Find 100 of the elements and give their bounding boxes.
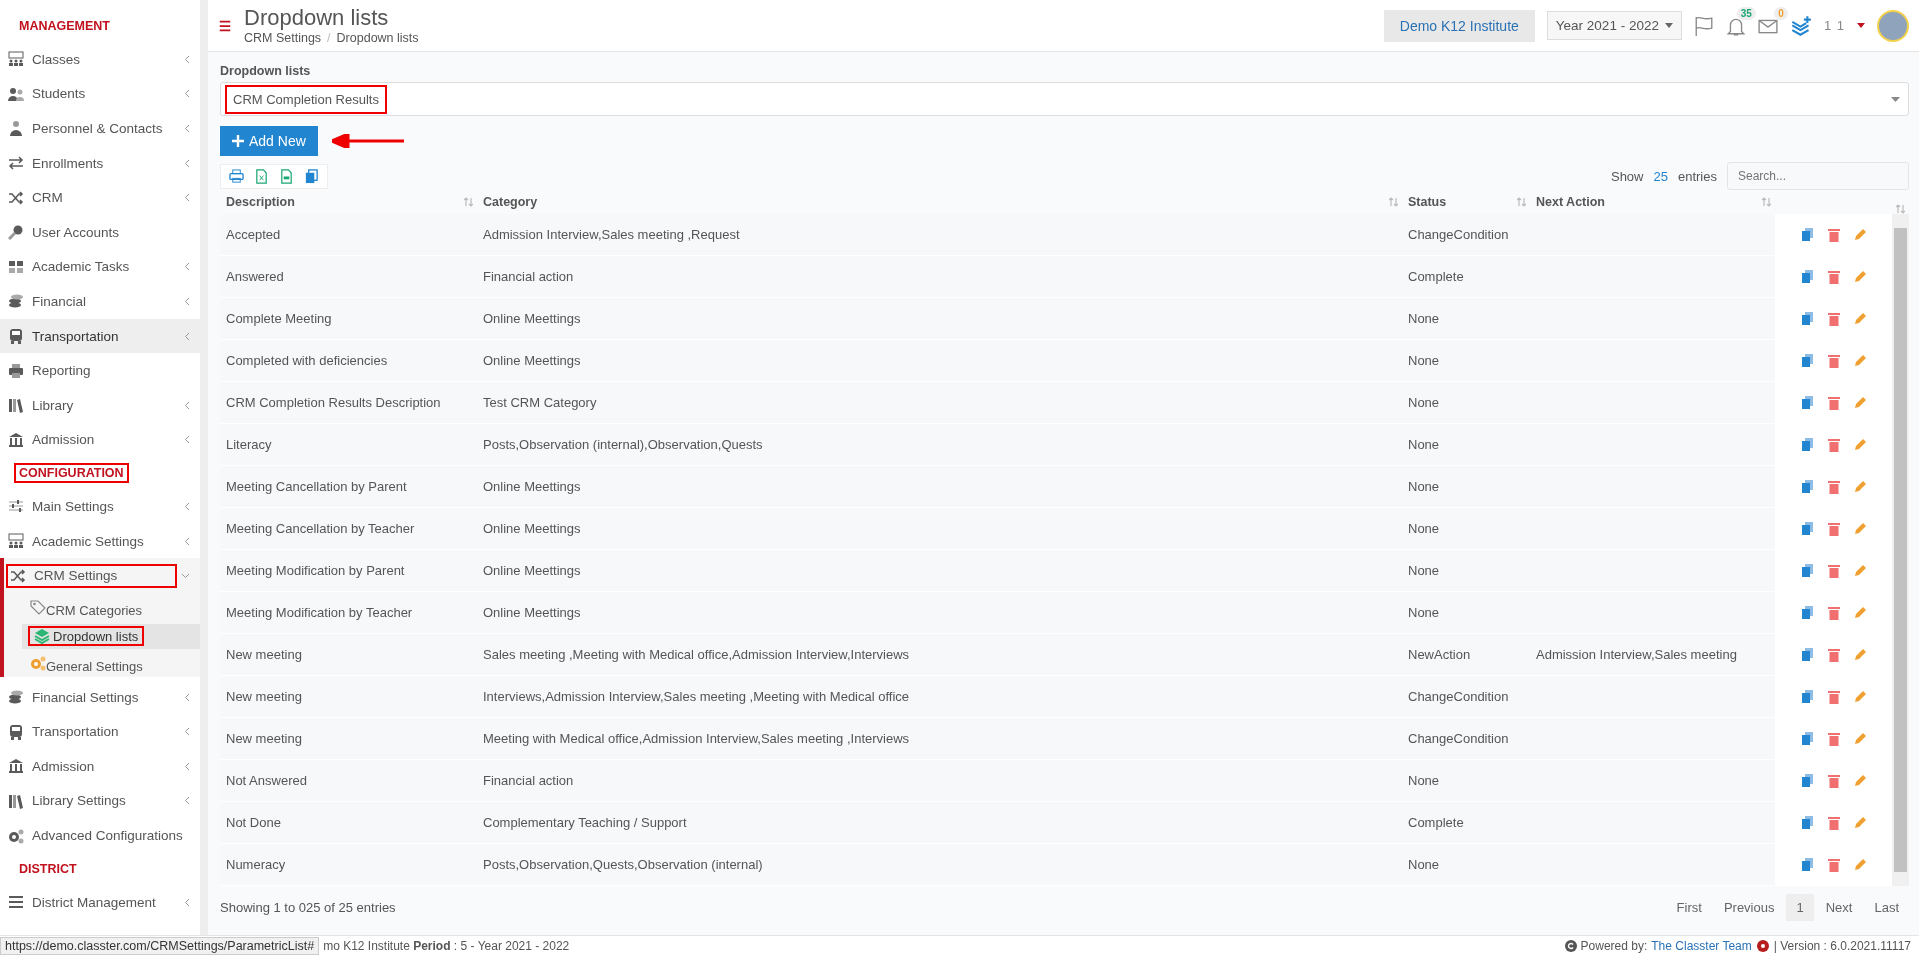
trash-icon[interactable]	[1827, 815, 1840, 830]
trash-icon[interactable]	[1827, 227, 1840, 242]
pencil-icon[interactable]	[1853, 564, 1867, 577]
copy-icon[interactable]	[1800, 563, 1814, 578]
trash-icon[interactable]	[1827, 773, 1840, 788]
trash-icon[interactable]	[1827, 647, 1840, 662]
year-select[interactable]: Year 2021 - 2022	[1546, 11, 1682, 40]
team-link[interactable]: The Classter Team	[1651, 938, 1752, 953]
pencil-icon[interactable]	[1853, 858, 1867, 871]
sidebar-item[interactable]: Library Settings	[0, 783, 200, 819]
dropdown-list-select[interactable]: CRM Completion Results	[220, 82, 1909, 116]
copy-icon[interactable]	[1800, 227, 1814, 242]
submenu-item[interactable]: CRM Categories	[22, 595, 200, 621]
sidebar-item[interactable]: Library	[0, 387, 200, 423]
sidebar-item[interactable]: District Management	[0, 884, 200, 920]
copy-icon[interactable]	[1800, 269, 1814, 284]
copy-icon[interactable]	[1800, 773, 1814, 788]
sidebar-item[interactable]: Advanced Configurations	[0, 818, 200, 853]
caret-icon[interactable]	[1857, 23, 1865, 28]
sidebar-item[interactable]: Admission	[0, 422, 200, 458]
sidebar-item[interactable]: Financial Settings	[0, 679, 200, 715]
column-header[interactable]: Next Action	[1536, 195, 1605, 209]
add-new-button[interactable]: Add New	[220, 126, 318, 156]
avatar[interactable]	[1877, 9, 1909, 42]
submenu-item[interactable]: General Settings	[22, 651, 200, 677]
pagination-button[interactable]: Last	[1864, 894, 1909, 921]
column-header[interactable]: Description	[226, 195, 295, 209]
trash-icon[interactable]	[1827, 395, 1840, 410]
trash-icon[interactable]	[1827, 731, 1840, 746]
pagination-button[interactable]: 1	[1786, 894, 1814, 921]
sidebar-item[interactable]: Admission	[0, 749, 200, 784]
sidebar-item[interactable]: User Accounts	[0, 214, 200, 250]
sort-icon[interactable]	[1389, 197, 1398, 207]
sort-icon[interactable]	[464, 197, 473, 207]
copy-icon[interactable]	[1800, 521, 1814, 536]
sidebar-item[interactable]: Enrollments	[0, 145, 200, 181]
copy-icon[interactable]	[1800, 857, 1814, 872]
pencil-icon[interactable]	[1853, 480, 1867, 493]
trash-icon[interactable]	[1827, 311, 1840, 326]
copy-icon[interactable]	[1800, 689, 1814, 704]
pagination-button[interactable]: First	[1666, 894, 1712, 921]
trash-icon[interactable]	[1827, 857, 1840, 872]
coins-icon	[8, 293, 24, 310]
trash-icon[interactable]	[1827, 689, 1840, 704]
trash-icon[interactable]	[1827, 563, 1840, 578]
sort-icon[interactable]	[1762, 197, 1771, 207]
pencil-icon[interactable]	[1853, 816, 1867, 829]
copy-icon[interactable]	[1800, 605, 1814, 620]
pencil-icon[interactable]	[1853, 690, 1867, 703]
pencil-icon[interactable]	[1853, 774, 1867, 787]
sidebar-item[interactable]: Personnel & Contacts	[0, 111, 200, 146]
breadcrumb-item[interactable]: CRM Settings	[244, 30, 322, 45]
trash-icon[interactable]	[1827, 521, 1840, 536]
column-header[interactable]: Category	[483, 195, 538, 209]
pencil-icon[interactable]	[1853, 396, 1867, 409]
trash-icon[interactable]	[1827, 437, 1840, 452]
sidebar-item[interactable]: Classes	[0, 42, 200, 77]
sidebar-item[interactable]: Academic Settings	[0, 523, 200, 559]
copy-icon[interactable]	[1800, 311, 1814, 326]
column-header[interactable]: Status	[1408, 195, 1447, 209]
submenu-item[interactable]: Dropdown lists	[22, 623, 200, 649]
copy-icon[interactable]	[1800, 647, 1814, 662]
scrollbar[interactable]	[1892, 214, 1909, 886]
trash-icon[interactable]	[1827, 479, 1840, 494]
sidebar-item[interactable]: Main Settings	[0, 489, 200, 524]
pencil-icon[interactable]	[1853, 438, 1867, 451]
pencil-icon[interactable]	[1853, 732, 1867, 745]
copy-icon[interactable]	[1800, 437, 1814, 452]
tiles-icon	[8, 258, 24, 275]
trash-icon[interactable]	[1827, 353, 1840, 368]
sort-icon[interactable]	[1896, 204, 1905, 214]
pencil-icon[interactable]	[1853, 270, 1867, 283]
sidebar-item[interactable]: Students	[0, 76, 200, 112]
pencil-icon[interactable]	[1853, 606, 1867, 619]
pencil-icon[interactable]	[1853, 648, 1867, 661]
trash-icon[interactable]	[1827, 605, 1840, 620]
list-icon	[8, 894, 24, 911]
copy-icon[interactable]	[1800, 479, 1814, 494]
search-field[interactable]: Search...	[1727, 162, 1909, 190]
sidebar-item[interactable]: Transportation	[0, 714, 200, 750]
page-size-select[interactable]: 25	[1653, 168, 1668, 184]
sidebar-item[interactable]: Reporting	[0, 353, 200, 388]
copy-icon[interactable]	[1800, 815, 1814, 830]
user-name[interactable]: 1 1	[1823, 18, 1845, 33]
copy-icon[interactable]	[1800, 353, 1814, 368]
sidebar-item[interactable]: Academic Tasks	[0, 249, 200, 285]
sidebar-item[interactable]: Financial	[0, 284, 200, 319]
trash-icon[interactable]	[1827, 269, 1840, 284]
copy-icon[interactable]	[1800, 731, 1814, 746]
pencil-icon[interactable]	[1853, 354, 1867, 367]
pencil-icon[interactable]	[1853, 228, 1867, 241]
pencil-icon[interactable]	[1853, 312, 1867, 325]
pagination-button[interactable]: Previous	[1713, 894, 1785, 921]
sidebar-item[interactable]: Transportation	[0, 318, 200, 354]
sidebar-item[interactable]: CRM	[0, 180, 200, 215]
pencil-icon[interactable]	[1853, 522, 1867, 535]
institute-button[interactable]: Demo K12 Institute	[1383, 9, 1535, 42]
copy-icon[interactable]	[1800, 395, 1814, 410]
pagination-button[interactable]: Next	[1815, 894, 1863, 921]
sort-icon[interactable]	[1517, 197, 1526, 207]
